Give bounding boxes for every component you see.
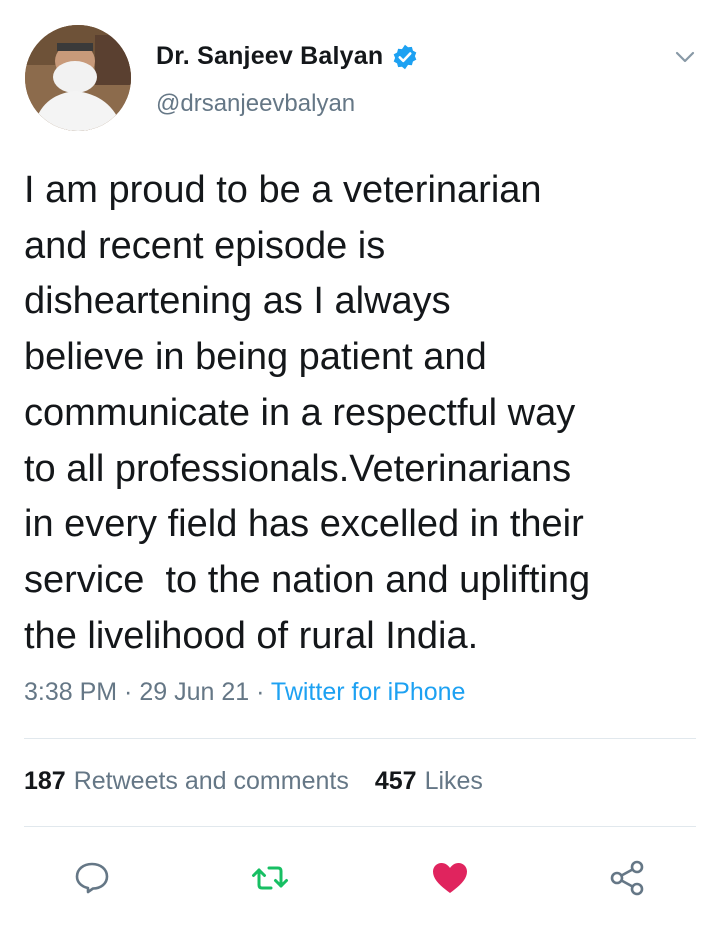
tweet-line: disheartening as I always — [24, 280, 451, 323]
tweet-line: in every field has excelled in their — [24, 503, 584, 546]
author-handle[interactable]: @drsanjeevbalyan — [156, 90, 355, 118]
tweet-stats: 187 Retweets and comments 457 Likes — [24, 767, 509, 796]
tweet-line: and recent episode is — [24, 224, 386, 267]
likes-stat[interactable]: 457 Likes — [375, 767, 483, 796]
author-name[interactable]: Dr. Sanjeev Balyan — [156, 42, 383, 71]
tweet-line: I am proud to be a veterinarian — [24, 169, 542, 211]
tweet-text: I am proud to be a veterinarian and rece… — [24, 163, 704, 664]
avatar[interactable] — [25, 25, 131, 131]
author-name-row[interactable]: Dr. Sanjeev Balyan — [156, 42, 419, 71]
verified-badge-icon — [391, 43, 419, 71]
tweet-date[interactable]: 29 Jun 21 — [139, 678, 249, 706]
reply-icon[interactable] — [70, 856, 114, 900]
tweet-actions — [0, 850, 720, 910]
likes-count: 457 — [374, 767, 417, 795]
tweet-header: Dr. Sanjeev Balyan @drsanjeevbalyan — [0, 0, 720, 150]
heart-icon[interactable] — [428, 856, 472, 900]
tweet-meta: 3:38 PM · 29 Jun 21 · Twitter for iPhone — [24, 678, 465, 707]
meta-separator: · — [249, 678, 271, 706]
meta-separator: · — [117, 678, 140, 706]
tweet-line: communicate in a respectful way — [24, 391, 576, 434]
divider — [24, 738, 696, 739]
retweets-label: Retweets and comments — [73, 767, 349, 795]
tweet-line: service to the nation and uplifting — [24, 558, 591, 601]
tweet-source-link[interactable]: Twitter for iPhone — [271, 678, 466, 706]
retweets-count: 187 — [24, 767, 66, 795]
likes-label: Likes — [424, 767, 483, 795]
retweet-icon[interactable] — [248, 856, 292, 900]
divider — [24, 826, 696, 827]
tweet-line: to all professionals.Veterinarians — [24, 447, 572, 490]
share-icon[interactable] — [606, 856, 650, 900]
chevron-down-icon[interactable] — [672, 44, 698, 70]
tweet-line: the livelihood of rural India. — [24, 614, 479, 657]
tweet-time[interactable]: 3:38 PM — [24, 678, 117, 706]
tweet-line: believe in being patient and — [24, 336, 487, 379]
retweets-stat[interactable]: 187 Retweets and comments — [24, 767, 349, 796]
